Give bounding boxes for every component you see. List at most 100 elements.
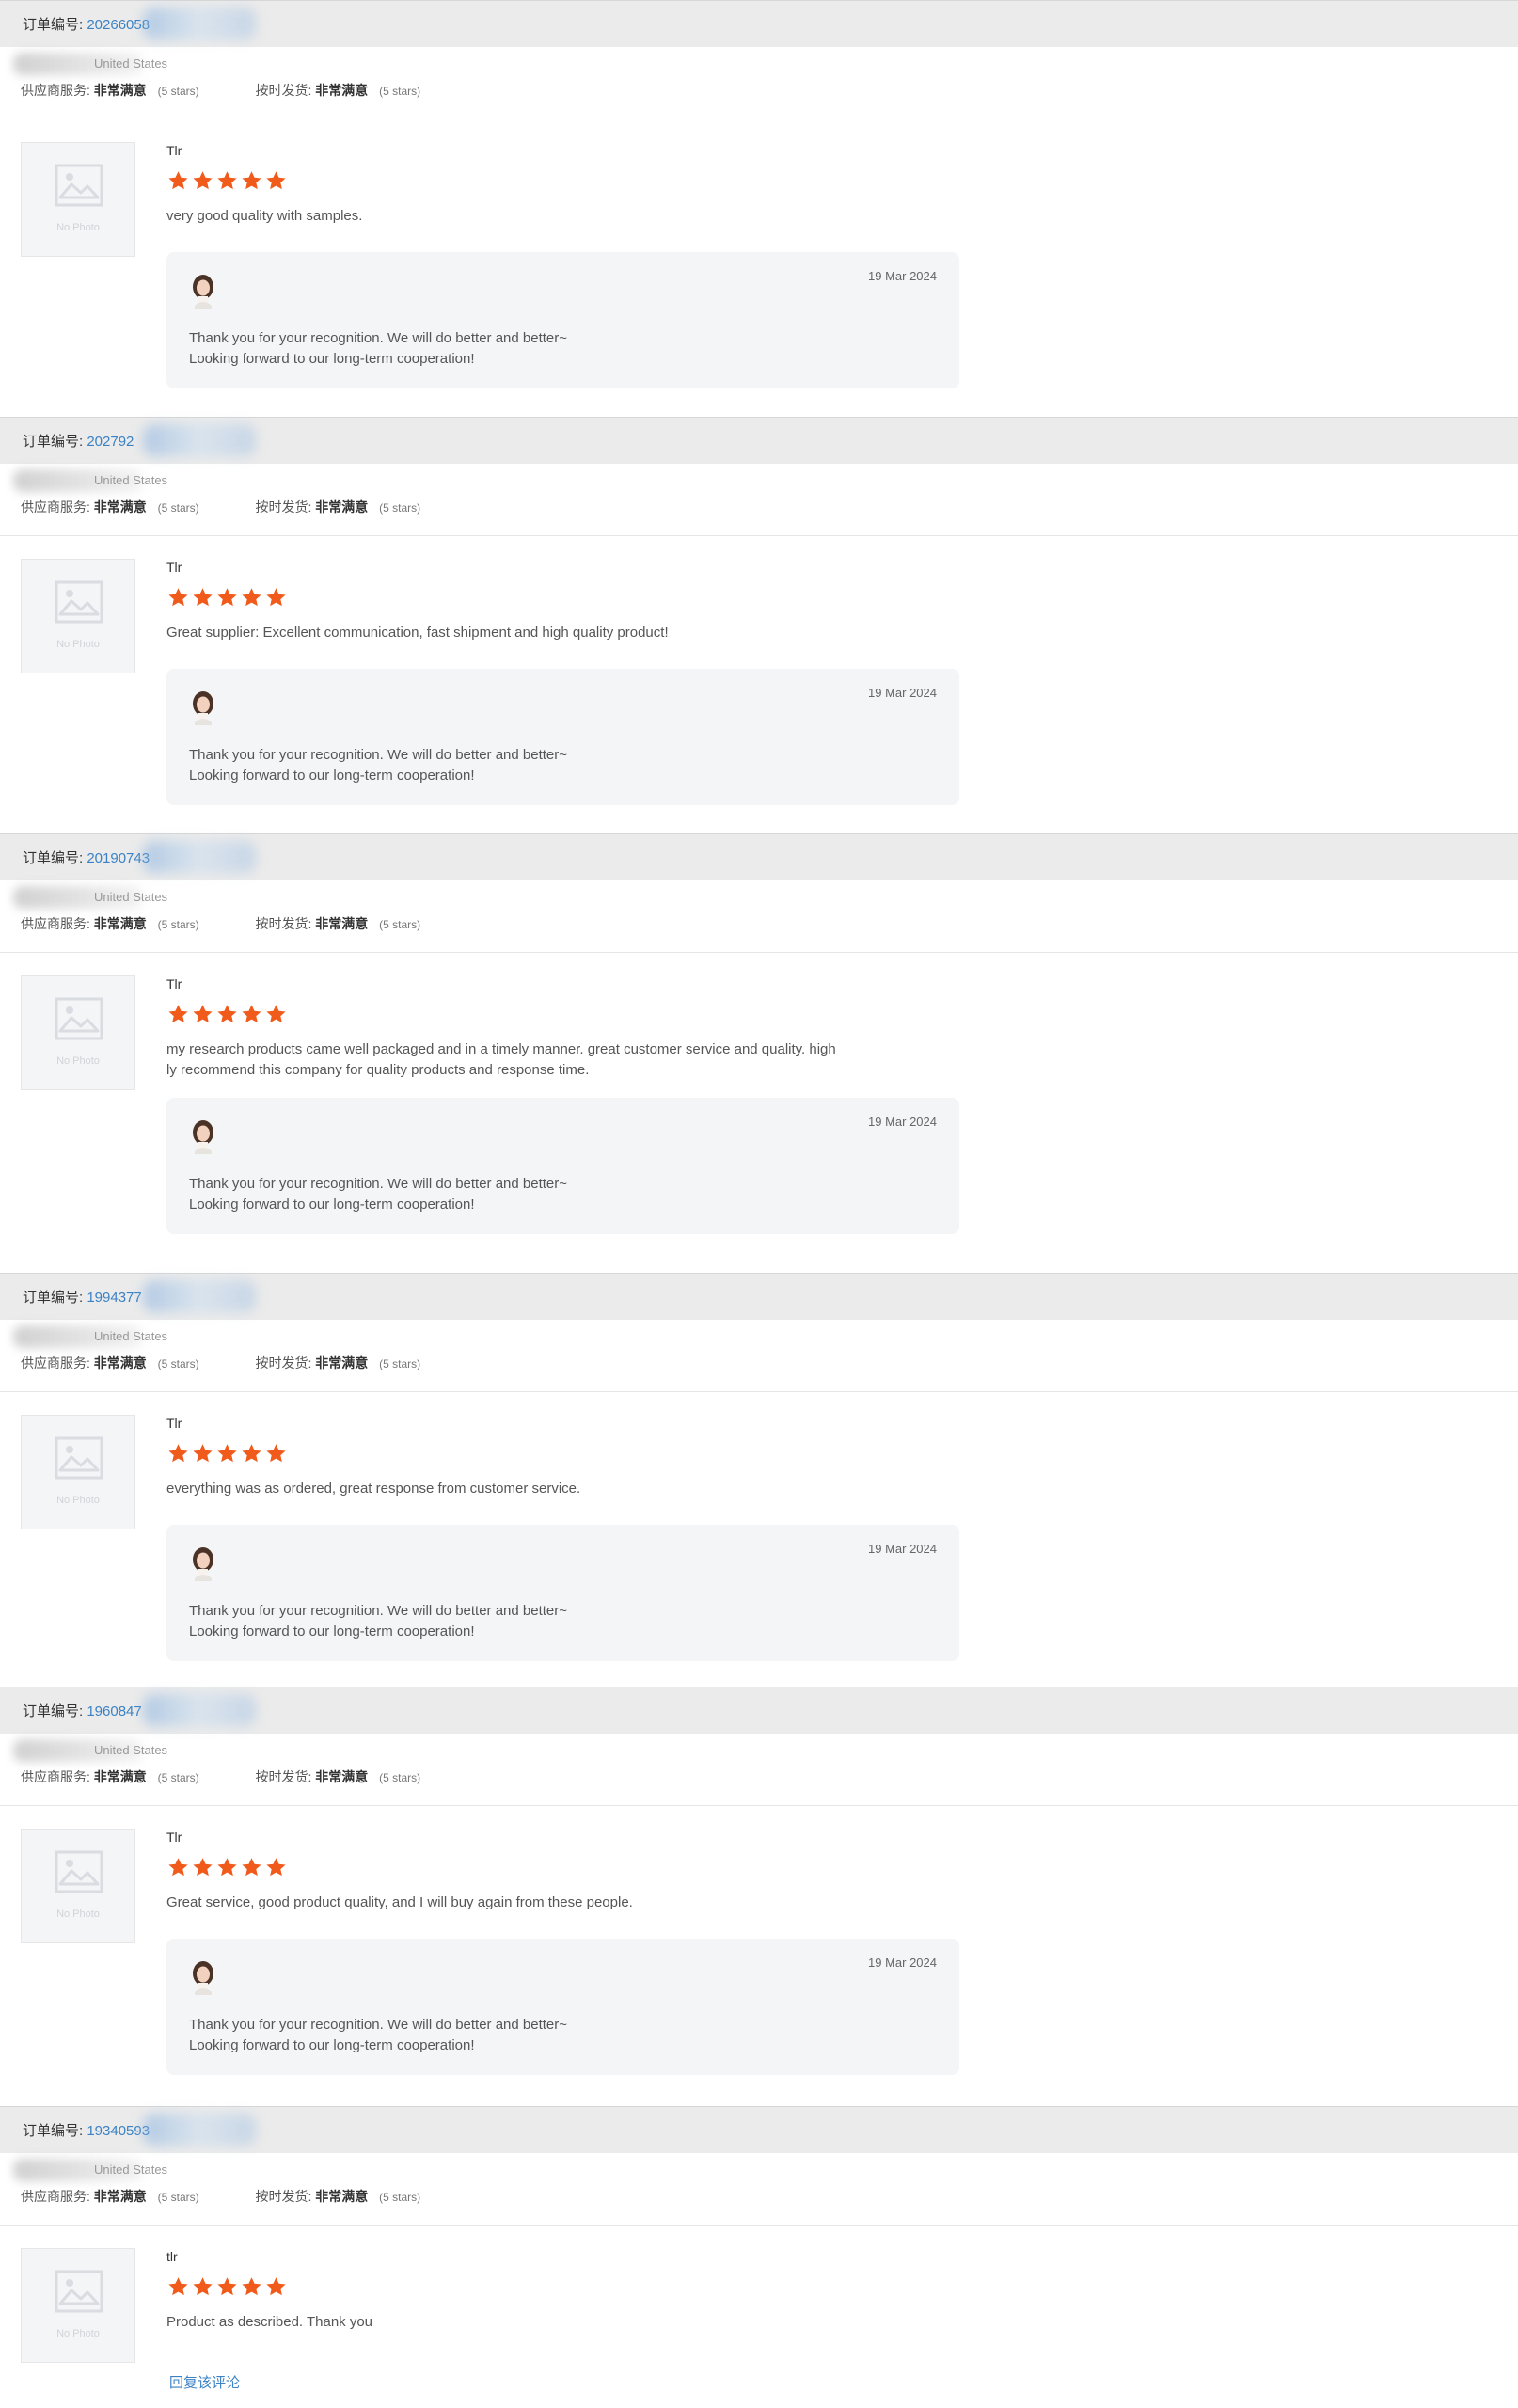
- buyer-country: United States: [94, 56, 168, 71]
- seller-reply: 19 Mar 2024 Thank you for your recogniti…: [166, 1098, 959, 1234]
- star-icon: [168, 1444, 188, 1463]
- reply-date: 19 Mar 2024: [868, 1956, 937, 1970]
- order-header: 订单编号: 19340593: [0, 2106, 1518, 2153]
- supplier-service-value: 非常满意: [93, 499, 147, 515]
- avatar-icon: [193, 1961, 213, 1995]
- rating-summary: 供应商服务: 非常满意 (5 stars) 按时发货: 非常满意 (5 star…: [21, 914, 420, 933]
- reply-to-review-link[interactable]: 回复该评论: [169, 2372, 240, 2392]
- order-header: 订单编号: 20190743: [0, 833, 1518, 880]
- avatar-icon: [193, 1120, 213, 1154]
- supplier-service-label: 供应商服务:: [21, 83, 90, 98]
- star-icon: [242, 1005, 261, 1023]
- reply-date: 19 Mar 2024: [868, 1542, 937, 1556]
- order-header: 订单编号: 1994377: [0, 1273, 1518, 1320]
- reply-text: Thank you for your recognition. We will …: [189, 2017, 568, 2053]
- thumbnail-caption: No Photo: [56, 1055, 100, 1067]
- order-number-link[interactable]: 20266058: [87, 17, 150, 33]
- ontime-label: 按时发货:: [255, 83, 312, 98]
- seller-reply: 19 Mar 2024 Thank you for your recogniti…: [166, 1525, 959, 1661]
- star-icon: [217, 1858, 237, 1877]
- ontime-label: 按时发货:: [255, 1769, 312, 1784]
- star-icon: [193, 171, 213, 190]
- supplier-service-value: 非常满意: [93, 2189, 147, 2204]
- star-icon: [217, 171, 237, 190]
- seller-reply: 19 Mar 2024 Thank you for your recogniti…: [166, 252, 959, 388]
- order-header: 订单编号: 20266058: [0, 0, 1518, 47]
- supplier-service-value: 非常满意: [93, 916, 147, 931]
- ontime-value: 非常满意: [315, 2189, 369, 2204]
- star-rating: [166, 2275, 291, 2300]
- image-placeholder-icon: [55, 1850, 103, 1893]
- star-icon: [193, 2277, 213, 2296]
- star-icon: [266, 588, 286, 607]
- image-placeholder-icon: [55, 997, 103, 1040]
- star-icon: [168, 2277, 188, 2296]
- review-card: 订单编号: 1994377 United States 供应商服务: 非常满意 …: [0, 1273, 1518, 1693]
- divider: [0, 535, 1518, 536]
- buyer-country: United States: [94, 473, 168, 487]
- star-rating: [166, 1856, 291, 1880]
- divider: [0, 2225, 1518, 2226]
- ontime-label: 按时发货:: [255, 2189, 312, 2204]
- order-id-row: 订单编号: 19340593: [23, 2120, 150, 2140]
- seller-reply: 19 Mar 2024 Thank you for your recogniti…: [166, 1939, 959, 2075]
- order-header: 订单编号: 1960847: [0, 1687, 1518, 1734]
- supplier-service-value: 非常满意: [93, 1769, 147, 1784]
- star-icon: [168, 588, 188, 607]
- ontime-value: 非常满意: [315, 499, 369, 515]
- reply-text: Thank you for your recognition. We will …: [189, 330, 568, 367]
- star-icon: [266, 2277, 286, 2296]
- order-label: 订单编号:: [23, 2123, 84, 2139]
- order-id-row: 订单编号: 202792: [23, 431, 134, 451]
- order-number-link[interactable]: 1960847: [87, 1703, 141, 1719]
- buyer-row: United States: [0, 53, 564, 75]
- review-text: very good quality with samples.: [166, 208, 363, 224]
- rating-summary: 供应商服务: 非常满意 (5 stars) 按时发货: 非常满意 (5 star…: [21, 498, 420, 516]
- ontime-value: 非常满意: [315, 1769, 369, 1784]
- order-number-link[interactable]: 202792: [87, 434, 134, 450]
- image-placeholder-icon: [55, 580, 103, 624]
- star-icon: [193, 1444, 213, 1463]
- thumbnail-caption: No Photo: [56, 222, 100, 233]
- order-number-link[interactable]: 20190743: [87, 850, 150, 866]
- order-label: 订单编号:: [23, 1703, 84, 1719]
- seller-reply: 19 Mar 2024 Thank you for your recogniti…: [166, 669, 959, 805]
- order-id-row: 订单编号: 20266058: [23, 14, 150, 34]
- supplier-service-stars: (5 stars): [157, 501, 199, 515]
- star-icon: [193, 588, 213, 607]
- star-icon: [242, 171, 261, 190]
- review-text: my research products came well packaged …: [166, 1041, 836, 1078]
- avatar-icon: [193, 691, 213, 725]
- order-id-row: 订单编号: 1994377: [23, 1287, 142, 1307]
- avatar-icon: [193, 275, 213, 309]
- review-text: Great supplier: Excellent communication,…: [166, 625, 669, 641]
- reply-date: 19 Mar 2024: [868, 686, 937, 700]
- review-card: 订单编号: 20190743 United States 供应商服务: 非常满意…: [0, 833, 1518, 1272]
- order-redaction: [143, 8, 256, 40]
- review-card: 订单编号: 19340593 United States 供应商服务: 非常满意…: [0, 2106, 1518, 2408]
- order-redaction: [143, 424, 256, 456]
- star-icon: [193, 1858, 213, 1877]
- buyer-country: United States: [94, 890, 168, 904]
- star-icon: [168, 1005, 188, 1023]
- order-header: 订单编号: 202792: [0, 417, 1518, 464]
- order-redaction: [143, 2114, 256, 2146]
- review-author: Tlr: [166, 143, 182, 158]
- product-thumbnail: No Photo: [21, 975, 135, 1090]
- image-placeholder-icon: [55, 1436, 103, 1480]
- star-icon: [168, 171, 188, 190]
- ontime-stars: (5 stars): [379, 918, 421, 931]
- order-number-link[interactable]: 1994377: [87, 1290, 141, 1306]
- product-thumbnail: No Photo: [21, 1829, 135, 1943]
- star-icon: [217, 2277, 237, 2296]
- order-number-link[interactable]: 19340593: [87, 2123, 150, 2139]
- buyer-row: United States: [0, 886, 564, 909]
- star-icon: [217, 588, 237, 607]
- star-icon: [266, 1858, 286, 1877]
- review-author: Tlr: [166, 976, 182, 991]
- rating-summary: 供应商服务: 非常满意 (5 stars) 按时发货: 非常满意 (5 star…: [21, 1767, 420, 1786]
- ontime-value: 非常满意: [315, 83, 369, 98]
- rating-summary: 供应商服务: 非常满意 (5 stars) 按时发货: 非常满意 (5 star…: [21, 81, 420, 100]
- ontime-stars: (5 stars): [379, 1357, 421, 1370]
- supplier-service-label: 供应商服务:: [21, 499, 90, 515]
